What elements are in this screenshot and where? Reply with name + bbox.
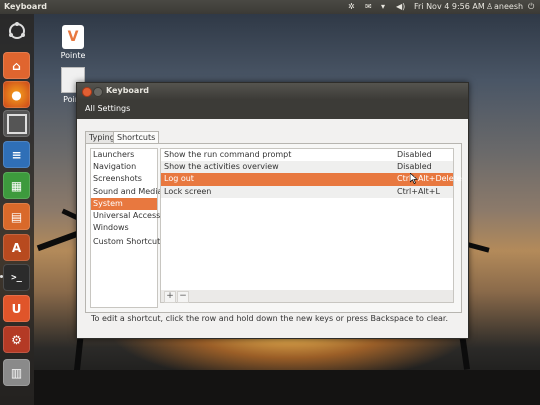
shortcut-name: Lock screen	[164, 186, 212, 196]
calc-icon[interactable]: ▦	[3, 172, 30, 199]
category-windows[interactable]: Windows	[91, 222, 157, 234]
top-panel: Keyboard ✲ ✉ ▾ ◀) Fri Nov 4 9:56 AM ♙ an…	[0, 0, 540, 14]
software-center-icon[interactable]: A	[3, 234, 30, 261]
shortcut-row[interactable]: Lock screen Ctrl+Alt+L	[161, 185, 453, 198]
mouse-cursor-icon	[410, 173, 418, 184]
add-shortcut-button[interactable]: +	[164, 291, 176, 303]
category-sound-and-media[interactable]: Sound and Media	[91, 186, 162, 198]
settings-icon[interactable]: ⚙	[3, 326, 30, 353]
category-universal-access[interactable]: Universal Access	[91, 210, 160, 222]
window-titlebar[interactable]: Keyboard	[77, 83, 468, 99]
desktop-icon-pointer-app[interactable]: V Pointe	[53, 25, 93, 60]
terminal-icon[interactable]: >_	[3, 264, 30, 291]
window-title: Keyboard	[106, 86, 149, 95]
accessibility-icon[interactable]: ✲	[348, 2, 355, 11]
desktop-icon-label: Pointe	[60, 51, 86, 60]
shortcut-keys[interactable]: Disabled	[397, 149, 432, 161]
instructions-text: To edit a shortcut, click the row and ho…	[91, 314, 449, 323]
shortcut-row[interactable]: Show the activities overview Disabled	[161, 161, 453, 174]
pointer-app-icon: V	[62, 25, 84, 49]
shortcuts-pane: Launchers Navigation Screenshots Sound a…	[85, 143, 462, 313]
trash-icon[interactable]: ▥	[3, 359, 30, 386]
power-icon[interactable]: ⏻	[528, 2, 534, 12]
clock[interactable]: Fri Nov 4 9:56 AM	[414, 2, 485, 11]
workspace-switcher-icon[interactable]	[3, 110, 30, 137]
network-icon[interactable]: ▾	[381, 2, 385, 11]
category-system[interactable]: System	[91, 197, 157, 210]
firefox-icon[interactable]: ●	[3, 81, 30, 108]
close-button[interactable]	[82, 87, 92, 97]
dash-home-icon[interactable]	[3, 17, 30, 44]
shortcut-name: Log out	[164, 174, 194, 184]
launcher: ⌂ ● ≡ ▦ ▤ A >_ U ⚙ ▥	[0, 14, 34, 405]
shortcut-keys[interactable]: Disabled	[397, 161, 432, 173]
impress-icon[interactable]: ▤	[3, 203, 30, 230]
user-name[interactable]: aneesh	[494, 2, 523, 11]
user-icon: ♙	[486, 2, 494, 11]
minimize-button[interactable]	[93, 87, 103, 97]
shortcut-keys[interactable]: Ctrl+Alt+L	[397, 186, 440, 198]
category-navigation[interactable]: Navigation	[91, 161, 157, 173]
writer-icon[interactable]: ≡	[3, 141, 30, 168]
mail-icon[interactable]: ✉	[365, 2, 372, 11]
shortcut-name: Show the run command prompt	[164, 150, 292, 159]
home-folder-icon[interactable]: ⌂	[3, 52, 30, 79]
category-list: Launchers Navigation Screenshots Sound a…	[90, 148, 164, 308]
active-app-title: Keyboard	[4, 2, 47, 11]
shortcut-name: Show the activities overview	[164, 162, 279, 172]
ubuntu-one-icon[interactable]: U	[3, 295, 30, 322]
shortcut-keys[interactable]: Ctrl+Alt+Delete	[397, 173, 462, 185]
volume-icon[interactable]: ◀)	[396, 2, 405, 11]
remove-shortcut-button[interactable]: −	[177, 291, 189, 303]
keyboard-window: Keyboard All Settings Typing Shortcuts L…	[76, 82, 469, 339]
category-launchers[interactable]: Launchers	[91, 149, 157, 161]
shortcut-list: Show the run command prompt Disabled Sho…	[160, 148, 462, 291]
ground-silhouette	[34, 370, 540, 405]
shortcut-row[interactable]: Show the run command prompt Disabled	[161, 149, 453, 161]
all-settings-button[interactable]: All Settings	[85, 104, 130, 113]
window-toolbar: All Settings	[77, 99, 468, 119]
shortcut-toolbar: + −	[160, 290, 454, 303]
category-screenshots[interactable]: Screenshots	[91, 173, 157, 185]
category-custom-shortcuts[interactable]: Custom Shortcuts	[91, 236, 164, 248]
